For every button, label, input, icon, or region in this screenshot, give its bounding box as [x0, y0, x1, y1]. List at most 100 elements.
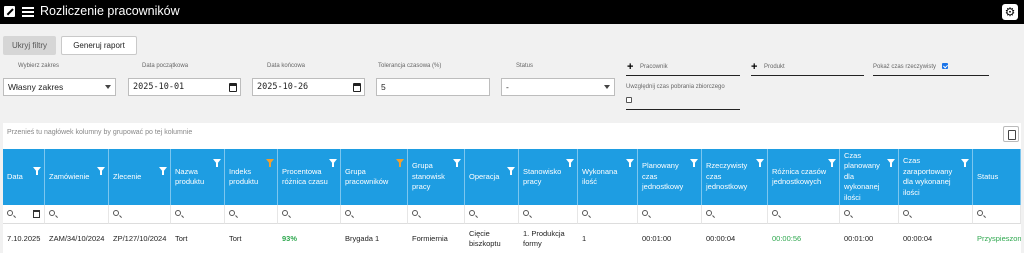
- column-header[interactable]: Różnica czasów jednostkowych: [768, 149, 840, 205]
- table-cell[interactable]: 93%: [278, 224, 341, 253]
- column-label: Nazwa produktu: [175, 166, 205, 187]
- column-header[interactable]: Grupa stanowisk pracy: [408, 149, 465, 205]
- table-cell[interactable]: 1: [578, 224, 638, 253]
- add-product-icon[interactable]: +: [751, 62, 757, 73]
- filter-cell[interactable]: [899, 205, 973, 224]
- settings-button[interactable]: ⚙: [1002, 4, 1018, 20]
- funnel-icon[interactable]: [507, 167, 515, 175]
- funnel-icon[interactable]: [756, 159, 764, 167]
- filter-cell[interactable]: [171, 205, 225, 224]
- filter-cell[interactable]: [702, 205, 768, 224]
- funnel-icon[interactable]: [690, 159, 698, 167]
- realtime-underline: [873, 75, 989, 76]
- funnel-icon[interactable]: [453, 159, 461, 167]
- filter-cell[interactable]: [225, 205, 278, 224]
- start-date-label: Data początkowa: [142, 63, 189, 69]
- column-label: Stanowisko pracy: [523, 166, 562, 187]
- table-cell[interactable]: ZAM/34/10/2024: [45, 224, 109, 253]
- generate-report-button[interactable]: Generuj raport: [61, 36, 137, 55]
- tolerance-input[interactable]: 5: [376, 78, 490, 96]
- start-date-value: 2025-10-01: [133, 82, 185, 92]
- search-icon: [523, 210, 529, 216]
- funnel-icon[interactable]: [626, 159, 634, 167]
- funnel-icon[interactable]: [329, 159, 337, 167]
- column-header[interactable]: Data: [3, 149, 45, 205]
- column-header[interactable]: Zamówienie: [45, 149, 109, 205]
- column-header[interactable]: Zlecenie: [109, 149, 171, 205]
- funnel-icon[interactable]: [33, 167, 41, 175]
- calendar-icon[interactable]: [229, 83, 237, 92]
- funnel-icon[interactable]: [566, 159, 574, 167]
- table-cell[interactable]: 00:00:04: [899, 224, 973, 253]
- column-header[interactable]: Rzeczywisty czas jednostkowy: [702, 149, 768, 205]
- filter-cell[interactable]: [341, 205, 408, 224]
- table-cell[interactable]: 00:01:00: [638, 224, 702, 253]
- range-label: Wybierz zakres: [18, 63, 59, 69]
- filter-cell[interactable]: [973, 205, 1021, 224]
- column-header[interactable]: Status: [973, 149, 1021, 205]
- table-cell[interactable]: 00:00:04: [702, 224, 768, 253]
- table-cell[interactable]: Brygada 1: [341, 224, 408, 253]
- column-header[interactable]: Wykonana ilość: [578, 149, 638, 205]
- filter-cell[interactable]: [519, 205, 578, 224]
- filter-cell[interactable]: [840, 205, 899, 224]
- funnel-icon[interactable]: [266, 159, 274, 167]
- table-cell[interactable]: Formiernia: [408, 224, 465, 253]
- product-field[interactable]: [751, 75, 864, 76]
- table-cell[interactable]: Tort: [171, 224, 225, 253]
- filter-cell[interactable]: [638, 205, 702, 224]
- funnel-icon[interactable]: [887, 159, 895, 167]
- column-header[interactable]: Grupa pracowników: [341, 149, 408, 205]
- add-employee-icon[interactable]: +: [627, 62, 633, 73]
- realtime-checkbox[interactable]: [942, 63, 948, 69]
- range-select[interactable]: Własny zakres: [3, 78, 116, 96]
- filter-cell[interactable]: [465, 205, 519, 224]
- group-panel[interactable]: Przenieś tu nagłówek kolumny by grupować…: [3, 123, 1021, 146]
- column-header[interactable]: Czas zaraportowany dla wykonanej ilości: [899, 149, 973, 205]
- column-header[interactable]: Indeks produktu: [225, 149, 278, 205]
- table-cell[interactable]: 1. Produkcja formy: [519, 224, 578, 253]
- table-cell[interactable]: 00:00:56: [768, 224, 840, 253]
- filter-cell[interactable]: [408, 205, 465, 224]
- employee-field[interactable]: [626, 75, 740, 76]
- filter-cell[interactable]: [278, 205, 341, 224]
- column-header[interactable]: Procentowa różnica czasu: [278, 149, 341, 205]
- table-cell[interactable]: ZP/127/10/2024: [109, 224, 171, 253]
- search-icon: [706, 210, 712, 216]
- hamburger-icon[interactable]: [22, 7, 34, 17]
- filter-cell[interactable]: [3, 205, 45, 224]
- funnel-icon[interactable]: [213, 159, 221, 167]
- table-cell[interactable]: Cięcie biszkoptu: [465, 224, 519, 253]
- funnel-icon[interactable]: [159, 167, 167, 175]
- filter-cell[interactable]: [578, 205, 638, 224]
- column-header[interactable]: Nazwa produktu: [171, 149, 225, 205]
- collect-label: Uwzględnij czas pobrania zbiorczego: [626, 84, 725, 90]
- filter-cell[interactable]: [45, 205, 109, 224]
- end-date-input[interactable]: 2025-10-26: [252, 78, 365, 96]
- app-icon[interactable]: [4, 6, 15, 17]
- funnel-icon[interactable]: [97, 167, 105, 175]
- start-date-input[interactable]: 2025-10-01: [128, 78, 241, 96]
- funnel-icon[interactable]: [828, 159, 836, 167]
- table-cell[interactable]: 7.10.2025: [3, 224, 45, 253]
- column-header[interactable]: Planowany czas jednostkowy: [638, 149, 702, 205]
- collect-checkbox[interactable]: [626, 97, 632, 103]
- table-cell[interactable]: 00:01:00: [840, 224, 899, 253]
- realtime-label: Pokaż czas rzeczywisty: [873, 64, 937, 70]
- column-header[interactable]: Operacja: [465, 149, 519, 205]
- funnel-icon[interactable]: [961, 159, 969, 167]
- column-header[interactable]: Stanowisko pracy: [519, 149, 578, 205]
- filter-cell[interactable]: [768, 205, 840, 224]
- status-cell[interactable]: Przyspieszony: [973, 224, 1021, 253]
- column-header[interactable]: Czas planowany dla wykonanej ilości: [840, 149, 899, 205]
- filter-cell[interactable]: [109, 205, 171, 224]
- calendar-icon[interactable]: [353, 83, 361, 92]
- search-icon: [175, 210, 181, 216]
- export-button[interactable]: [1003, 126, 1019, 142]
- end-date-label: Data końcowa: [267, 63, 306, 69]
- funnel-icon[interactable]: [396, 159, 404, 167]
- table-cell[interactable]: Tort: [225, 224, 278, 253]
- calendar-icon[interactable]: [33, 210, 40, 218]
- hide-filters-button[interactable]: Ukryj filtry: [3, 36, 56, 55]
- status-select[interactable]: -: [501, 78, 615, 96]
